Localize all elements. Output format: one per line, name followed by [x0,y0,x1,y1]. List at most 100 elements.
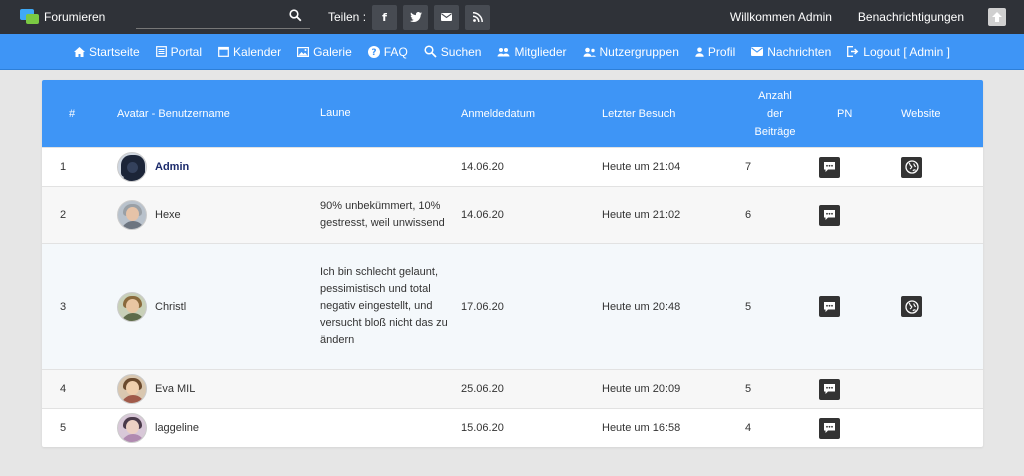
header-pm: PN [837,107,853,120]
row-number: 3 [60,300,67,313]
logout-icon [847,46,859,57]
mood-cell: Ich bin schlecht gelaunt, pessimistisch … [320,266,448,346]
chat-icon [824,210,835,220]
nav-label: Kalender [233,44,282,59]
search-icon [424,45,437,58]
facebook-icon: f [382,10,387,24]
facebook-share-button[interactable]: f [372,4,398,30]
username-link[interactable]: Hexe [155,209,181,221]
mood-cell: 90% unbekümmert, 10% gestresst, weil unw… [320,200,445,229]
mail-icon [441,13,453,21]
chat-icon [824,301,835,312]
header-posts-line: der [767,107,783,120]
gallery-icon [297,46,310,57]
user-cell: Hexe [117,200,320,230]
pm-button[interactable] [819,378,840,400]
pm-button[interactable] [819,296,840,317]
last-visit-cell: Heute um 20:48 [602,300,681,313]
usergroups-icon [583,47,596,57]
messages-icon [751,47,764,56]
nav-suchen[interactable]: Suchen [424,45,481,59]
table-row: 1 Admin 14.06.20 Heute um 21:04 7 [42,147,983,186]
nav-kalender[interactable]: Kalender [218,45,281,59]
user-cell: Eva MIL [117,374,320,404]
profile-icon [695,47,704,57]
pm-cell [819,296,901,317]
globe-icon [904,299,919,314]
last-visit-cell: Heute um 21:04 [602,161,681,173]
nav-faq[interactable]: ? FAQ [367,45,408,59]
header-registered[interactable]: Anmeldedatum [461,105,602,123]
nav-nachrichten[interactable]: Nachrichten [751,45,831,59]
header-username[interactable]: Avatar - Benutzername [117,105,320,123]
header-last-visit[interactable]: Letzter Besuch [602,105,745,123]
avatar[interactable] [117,152,147,182]
posts-cell: 6 [745,209,752,221]
portal-icon [155,46,167,57]
nav-startseite[interactable]: Startseite [73,45,140,59]
globe-icon [904,160,919,174]
pm-button[interactable] [819,156,840,178]
last-visit-cell: Heute um 20:09 [602,383,681,395]
main-nav: Startseite Portal Kalender Galerie ? FAQ… [0,34,1024,70]
nav-label: Nutzergruppen [599,44,679,59]
header-posts-line: Anzahl [758,89,792,102]
pm-cell [819,417,901,439]
avatar[interactable] [117,291,147,322]
pm-button[interactable] [819,204,840,226]
rss-icon [472,12,483,22]
avatar[interactable] [117,413,147,443]
registered-cell: 15.06.20 [461,422,504,434]
nav-nutzergruppen[interactable]: Nutzergruppen [583,45,679,59]
welcome-link[interactable]: Willkommen Admin [730,10,832,24]
chat-icon [824,162,835,172]
nav-label: Profil [707,44,736,59]
header-posts[interactable]: Anzahl der Beiträge [745,87,805,141]
search-input[interactable] [136,5,310,28]
site-logo[interactable]: Forumieren [20,8,116,26]
pm-cell [819,156,901,178]
rss-share-button[interactable] [465,4,491,30]
nav-label: Galerie [313,44,352,59]
twitter-share-button[interactable] [403,4,429,30]
nav-galerie[interactable]: Galerie [297,45,352,59]
username-link[interactable]: Christl [155,301,186,313]
posts-cell: 5 [745,383,752,395]
table-row: 2 Hexe 90% unbekümmert, 10% gestresst, w… [42,186,983,243]
website-button[interactable] [901,156,922,178]
mail-share-button[interactable] [434,4,460,30]
share-buttons: f [372,4,491,30]
notifications-link[interactable]: Benachrichtigungen [858,10,964,24]
nav-label: Portal [170,44,203,59]
username-link[interactable]: Admin [155,161,189,173]
nav-logout[interactable]: Logout [ Admin ] [847,45,950,59]
search-icon[interactable] [289,9,302,25]
last-visit-cell: Heute um 16:58 [602,422,681,434]
share-label: Teilen : [328,10,367,24]
nav-mitglieder[interactable]: Mitglieder [497,45,567,59]
registered-cell: 25.06.20 [461,383,504,395]
posts-cell: 5 [745,300,752,313]
arrow-up-icon [992,12,1002,22]
twitter-icon [409,12,422,22]
nav-label: Logout [ Admin ] [863,44,951,59]
pm-button[interactable] [819,417,840,439]
username-link[interactable]: Eva MIL [155,383,195,395]
logo-icon [20,8,40,26]
nav-portal[interactable]: Portal [155,44,203,59]
user-cell: Christl [117,291,320,322]
faq-icon: ? [367,45,380,58]
header-number[interactable]: # [42,105,117,123]
row-number: 5 [60,422,67,434]
posts-cell: 7 [745,161,752,173]
pm-cell [819,204,901,226]
nav-profil[interactable]: Profil [695,45,735,59]
chat-icon [824,423,835,433]
website-button[interactable] [901,296,922,317]
posts-cell: 4 [745,422,752,434]
avatar[interactable] [117,374,147,404]
avatar[interactable] [117,200,147,230]
header-mood[interactable]: Laune [320,105,461,122]
username-link[interactable]: laggeline [155,422,199,434]
scroll-up-button[interactable] [988,8,1006,26]
